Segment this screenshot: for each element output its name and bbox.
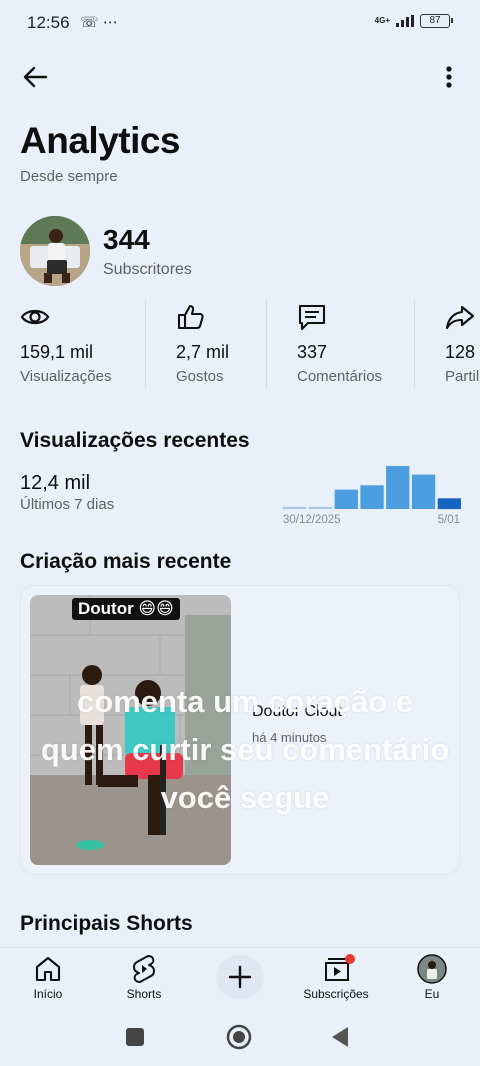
status-bar: 12:56 ☏ ⋯ 4G+ 87 <box>0 0 480 44</box>
home-circle-icon[interactable] <box>226 1024 252 1050</box>
nav-subscriptions-label: Subscrições <box>303 987 369 1001</box>
stats-row: 159,1 mil Visualizações 2,7 mil Gostos 3… <box>0 296 480 392</box>
subscriber-count: 344 <box>103 224 150 255</box>
profile-avatar-icon <box>417 954 447 984</box>
nav-you[interactable]: Eu <box>402 948 462 1010</box>
thumbnail-caption: Doutor 😄😄 <box>72 598 180 620</box>
nav-home[interactable]: Início <box>18 948 78 1010</box>
network-type: 4G+ <box>374 16 390 25</box>
overlay-caption: comenta um coração e quem curtir seu com… <box>40 684 450 815</box>
channel-avatar[interactable] <box>20 216 90 286</box>
eye-icon <box>20 309 50 325</box>
comment-icon <box>298 304 326 331</box>
more-vert-icon <box>446 66 452 88</box>
notification-dot <box>345 954 355 964</box>
chart-bar <box>437 498 461 510</box>
nav-shorts-label: Shorts <box>126 987 162 1001</box>
create-button[interactable] <box>216 955 264 999</box>
system-navigation-bar <box>0 1010 480 1066</box>
status-time: 12:56 <box>27 13 70 32</box>
likes-label: Gostos <box>176 368 224 385</box>
thumbs-up-icon <box>177 304 204 330</box>
shorts-icon <box>129 954 159 984</box>
recent-views-title: Visualizações recentes <box>20 429 250 452</box>
arrow-left-icon <box>23 66 48 88</box>
status-indicators: 4G+ 87 <box>374 14 453 28</box>
back-button[interactable] <box>18 60 52 94</box>
chart-bar <box>386 466 410 509</box>
chart-bar <box>283 506 307 509</box>
subscriptions-icon <box>321 954 355 984</box>
nav-home-label: Início <box>33 987 63 1001</box>
chart-bar <box>411 474 436 509</box>
comments-label: Comentários <box>297 368 383 385</box>
shares-label: Partil <box>445 368 480 385</box>
home-icon <box>33 954 63 984</box>
subscriber-label: Subscritores <box>103 261 192 278</box>
stat-likes[interactable]: 2,7 mil Gostos <box>176 296 262 392</box>
chart-bar <box>308 506 333 509</box>
stat-comments[interactable]: 337 Comentários <box>297 296 407 392</box>
views-label: Visualizações <box>20 368 112 385</box>
divider <box>145 300 146 388</box>
recent-views-chart[interactable]: 30/12/2025 5/01 <box>283 462 461 530</box>
signal-icon <box>396 15 414 27</box>
shares-value: 128 <box>445 342 476 362</box>
page-subtitle: Desde sempre <box>20 168 118 185</box>
latest-creation-title: Criação mais recente <box>20 550 232 573</box>
more-options-button[interactable] <box>432 60 466 94</box>
likes-value: 2,7 mil <box>176 342 230 362</box>
divider <box>414 300 415 388</box>
chart-end-date: 5/01 <box>438 514 460 526</box>
divider <box>266 300 267 388</box>
views-value: 159,1 mil <box>20 342 94 362</box>
nav-you-label: Eu <box>424 987 440 1001</box>
chart-bar <box>360 485 384 509</box>
comments-value: 337 <box>297 342 328 362</box>
back-triangle-icon[interactable] <box>330 1026 350 1048</box>
recent-views-period: Últimos 7 dias <box>20 496 115 513</box>
notification-icons: ☏ ⋯ <box>80 14 118 31</box>
top-shorts-title: Principais Shorts <box>20 912 193 935</box>
nav-shorts[interactable]: Shorts <box>114 948 174 1010</box>
stat-views[interactable]: 159,1 mil Visualizações <box>20 296 140 392</box>
plus-icon <box>228 965 252 989</box>
recent-views-value: 12,4 mil <box>20 472 91 494</box>
chart-bar <box>334 489 358 509</box>
chart-start-date: 30/12/2025 <box>283 514 341 526</box>
page-title: Analytics <box>20 120 181 161</box>
stat-shares[interactable]: 128 Partil <box>445 296 480 392</box>
share-icon <box>445 305 475 330</box>
nav-subscriptions[interactable]: Subscrições <box>296 948 376 1010</box>
battery-indicator: 87 <box>420 14 453 28</box>
avatar-image <box>20 216 90 286</box>
recents-icon[interactable] <box>125 1027 145 1047</box>
